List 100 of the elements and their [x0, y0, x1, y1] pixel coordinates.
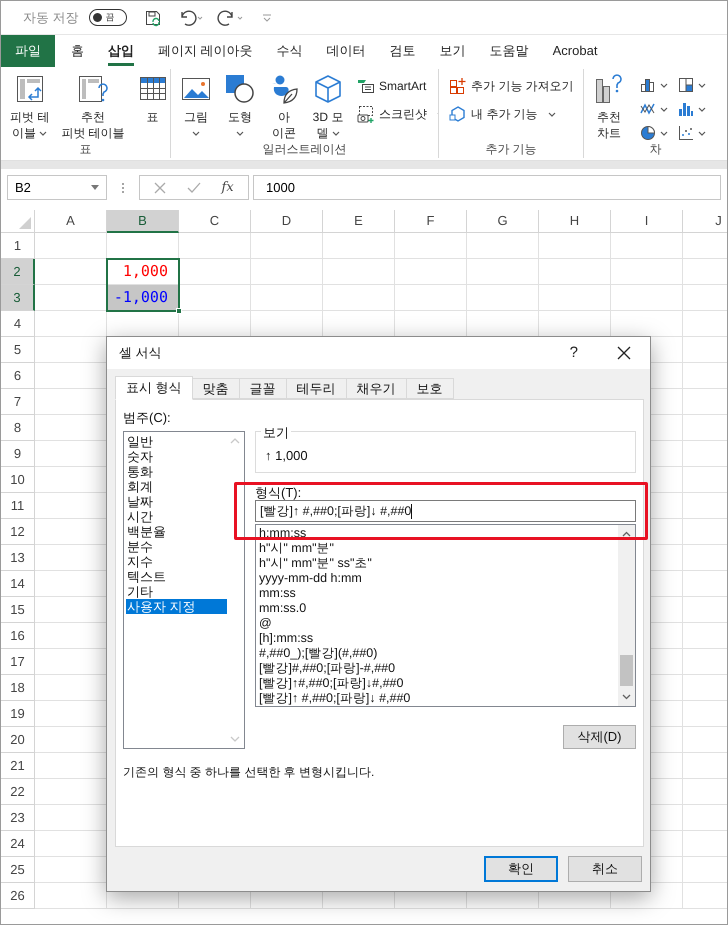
chart-button[interactable] — [678, 75, 706, 95]
table-cell[interactable] — [539, 285, 611, 311]
list-item[interactable]: 백분율 — [126, 524, 227, 539]
row-header[interactable]: 3 — [1, 285, 35, 311]
ribbon-button[interactable]: 3D 모 델 — [307, 69, 349, 140]
dialog-tab[interactable]: 테두리 — [286, 378, 347, 399]
list-item[interactable]: 분수 — [126, 539, 227, 554]
list-item[interactable]: 일반 — [126, 434, 227, 449]
dialog-button[interactable]: 취소 — [568, 856, 642, 882]
autosave-toggle[interactable]: 끔 — [88, 9, 127, 26]
list-item[interactable]: @ — [259, 616, 614, 631]
scrollbar[interactable] — [618, 525, 635, 706]
row-header[interactable]: 5 — [1, 337, 35, 363]
table-cell[interactable] — [467, 259, 539, 285]
table-cell[interactable] — [467, 233, 539, 259]
row-header[interactable]: 1 — [1, 233, 35, 259]
column-header[interactable]: G — [467, 210, 539, 233]
column-header[interactable]: F — [395, 210, 467, 233]
list-item[interactable]: h:mm:ss — [259, 526, 614, 541]
ribbon-button[interactable]: 내 추가 기능 — [449, 103, 574, 125]
table-cell[interactable] — [251, 259, 323, 285]
ribbon-button[interactable]: 피벗 테 이블 — [5, 69, 54, 140]
row-header[interactable]: 19 — [1, 701, 35, 727]
table-cell[interactable] — [539, 259, 611, 285]
fill-handle[interactable] — [176, 308, 182, 314]
list-item[interactable]: 회계 — [126, 479, 227, 494]
list-item[interactable]: yyyy-mm-dd h:mm — [259, 571, 614, 586]
table-cell[interactable] — [35, 233, 107, 259]
column-header[interactable]: C — [179, 210, 251, 233]
list-item[interactable]: [빨강]↑#,##0;[파랑]↓#,##0 — [259, 676, 614, 691]
row-header[interactable]: 13 — [1, 545, 35, 571]
format-field[interactable]: [빨강]↑ #,##0;[파랑]↓ #,##0 — [255, 500, 636, 522]
row-header[interactable]: 18 — [1, 675, 35, 701]
ribbon-button[interactable]: 도형 — [219, 69, 261, 140]
ribbon-tab[interactable]: 도움말 — [478, 35, 541, 67]
scroll-thumb[interactable] — [620, 655, 633, 686]
list-item[interactable]: #,##0_);[빨강](#,##0) — [259, 646, 614, 661]
dialog-tab[interactable]: 보호 — [406, 378, 454, 399]
dialog-button[interactable]: 확인 — [484, 856, 558, 882]
row-header[interactable]: 24 — [1, 831, 35, 857]
table-cell[interactable] — [323, 233, 395, 259]
category-list[interactable]: 일반 숫자 통화 회계 날짜 시간 백분율 분수 지수 텍스트 기타 사용자 지정 — [123, 431, 245, 749]
chart-button[interactable] — [678, 123, 706, 140]
insert-function-button[interactable]: fx — [222, 178, 234, 198]
ribbon-tab[interactable]: 데이터 — [314, 35, 378, 67]
list-item[interactable]: 통화 — [126, 464, 227, 479]
list-item[interactable]: 지수 — [126, 554, 227, 569]
list-item[interactable]: 텍스트 — [126, 569, 227, 584]
ribbon-tab[interactable]: 삽입 — [96, 35, 146, 67]
row-header[interactable]: 25 — [1, 857, 35, 883]
table-cell[interactable] — [179, 233, 251, 259]
table-cell[interactable] — [395, 285, 467, 311]
row-header[interactable]: 6 — [1, 363, 35, 389]
dialog-tab[interactable]: 글꼴 — [238, 378, 287, 399]
table-cell[interactable] — [323, 285, 395, 311]
ribbon-tab[interactable]: Acrobat — [540, 35, 610, 67]
table-cell[interactable] — [611, 233, 683, 259]
list-item[interactable]: 날짜 — [126, 494, 227, 509]
column-header[interactable]: D — [251, 210, 323, 233]
help-button[interactable]: ? — [570, 342, 578, 364]
name-box[interactable]: B2 — [7, 175, 107, 200]
row-header[interactable]: 22 — [1, 779, 35, 805]
ribbon-tab[interactable]: 수식 — [264, 35, 315, 67]
list-item[interactable]: 기타 — [126, 584, 227, 599]
table-cell[interactable] — [395, 259, 467, 285]
format-list[interactable]: h:mm:ss h"시" mm"분" h"시" mm"분" ss"초" yyyy-mm-dd h:mm mm:ss mm:ss.0 @ [h]:mm:ss #,##0_);[빨강](#,##0) [빨강]#,##0;[파랑]-#,##0 [빨강]↑#,##0;[파랑]↓#,##0 [빨강]↑ #,##0;[파랑]↓ #,##0 — [255, 524, 636, 707]
dialog-tab[interactable]: 맞춤 — [192, 378, 240, 399]
column-header[interactable]: E — [323, 210, 395, 233]
row-header[interactable]: 23 — [1, 805, 35, 831]
ribbon-button[interactable]: 표 — [132, 69, 170, 125]
list-item[interactable]: 시간 — [126, 509, 227, 524]
ribbon-tab[interactable]: 파일 — [1, 35, 55, 67]
table-cell[interactable] — [611, 285, 683, 311]
formula-controls-box[interactable]: fx — [139, 175, 249, 200]
row-header[interactable]: 7 — [1, 389, 35, 415]
row-header[interactable]: 21 — [1, 753, 35, 779]
delete-button[interactable]: 삭제(D) — [563, 725, 636, 749]
row-header[interactable]: 17 — [1, 649, 35, 675]
ribbon-button[interactable]: SmartArt — [357, 75, 438, 97]
table-cell[interactable] — [251, 233, 323, 259]
column-header[interactable]: I — [611, 210, 683, 233]
list-item[interactable]: [h]:mm:ss — [259, 631, 614, 646]
row-header[interactable]: 2 — [1, 259, 35, 285]
ribbon-button[interactable]: 추천 피벗 테이블 — [56, 69, 130, 140]
row-header[interactable]: 9 — [1, 441, 35, 467]
ribbon-button[interactable]: 그림 — [175, 69, 217, 140]
ribbon-tab[interactable]: 페이지 레이아웃 — [146, 35, 265, 67]
ribbon-button[interactable]: 추천 차트 — [588, 69, 630, 140]
list-item[interactable]: 사용자 지정 — [126, 599, 227, 614]
list-item[interactable]: mm:ss.0 — [259, 601, 614, 616]
dialog-tab[interactable]: 채우기 — [346, 378, 407, 399]
row-header[interactable]: 10 — [1, 467, 35, 493]
row-header[interactable]: 16 — [1, 623, 35, 649]
ribbon-tab[interactable]: 보기 — [428, 35, 478, 67]
row-header[interactable]: 11 — [1, 493, 35, 519]
row-header[interactable]: 15 — [1, 597, 35, 623]
ribbon-button[interactable]: 스크린샷 — [357, 103, 438, 125]
list-item[interactable]: mm:ss — [259, 586, 614, 601]
table-cell[interactable] — [467, 285, 539, 311]
chart-button[interactable] — [640, 123, 668, 140]
